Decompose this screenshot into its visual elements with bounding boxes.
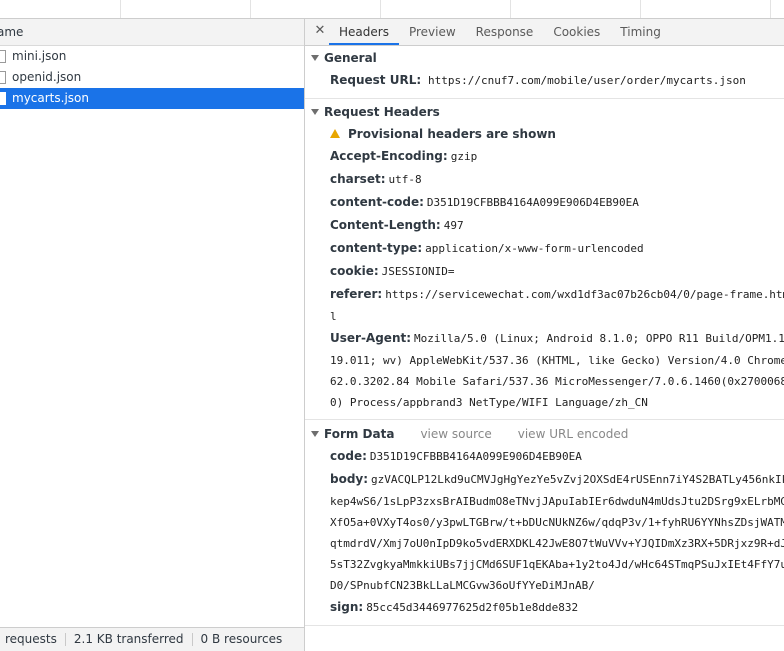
- header-row: Accept-Encoding: gzip: [305, 145, 784, 168]
- header-value: https://servicewechat.com/wxd1df3ac07b26…: [385, 288, 784, 301]
- request-headers-section: Request Headers Provisional headers are …: [305, 99, 784, 420]
- provisional-headers-warning: Provisional headers are shown: [305, 123, 784, 145]
- section-title: General: [324, 51, 377, 65]
- tab-response[interactable]: Response: [466, 19, 544, 45]
- view-url-encoded-link[interactable]: view URL encoded: [518, 427, 629, 441]
- general-section-toggle[interactable]: General: [305, 47, 784, 69]
- form-value-continued: D0/SPnubfCN23BkLLaLMCGvw36oUfYYeDiMJnAB/: [330, 579, 595, 592]
- header-key: cookie:: [330, 264, 379, 278]
- tab-cookies[interactable]: Cookies: [543, 19, 610, 45]
- chevron-down-icon: [311, 431, 319, 437]
- resources-size: 0 B resources: [200, 632, 283, 646]
- header-row: cookie: JSESSIONID=: [305, 260, 784, 283]
- transferred-size: 2.1 KB transferred: [66, 633, 193, 646]
- header-value: D351D19CFBBB4164A099E906D4EB90EA: [426, 196, 639, 209]
- request-headers-section-toggle[interactable]: Request Headers: [305, 101, 784, 123]
- chevron-down-icon: [311, 109, 319, 115]
- request-name: openid.json: [12, 70, 82, 84]
- name-column-header[interactable]: Name: [0, 19, 304, 46]
- form-value-continued: kep4wS6/1sLpP3zxsBrAIBudmO8eTNvjJApuIabI…: [330, 495, 784, 508]
- detail-tabbar: ✕ Headers Preview Response Cookies Timing: [305, 19, 784, 46]
- header-row: referer: https://servicewechat.com/wxd1df…: [305, 283, 784, 306]
- form-value-continued: qtmdrdV/Xmj7oU0nIpD9ko5vdERXDKL42JwE8O7t…: [330, 537, 784, 550]
- header-key: Accept-Encoding:: [330, 149, 448, 163]
- form-field-row: body: gzVACQLP12Lkd9uCMVJgHgYezYe5vZvj2OX…: [305, 468, 784, 491]
- header-key: charset:: [330, 172, 386, 186]
- header-value: utf-8: [388, 173, 422, 186]
- section-title: Form Data: [324, 427, 395, 441]
- request-detail-panel: ✕ Headers Preview Response Cookies Timing Ge…: [305, 19, 784, 651]
- header-value: Mozilla/5.0 (Linux; Android 8.1.0; OPPO …: [414, 332, 784, 345]
- section-title: Request Headers: [324, 105, 440, 119]
- header-key: User-Agent:: [330, 331, 412, 345]
- request-list-panel: Name mini.json openid.json mycarts.json …: [0, 19, 305, 651]
- name-column-label: Name: [0, 25, 24, 39]
- header-row: content-type: application/x-www-form-urle…: [305, 237, 784, 260]
- devtools-network-panel: Name mini.json openid.json mycarts.json …: [0, 0, 784, 651]
- warning-icon: [330, 129, 340, 138]
- form-field-row: code: D351D19CFBBB4164A099E906D4EB90EA: [305, 445, 784, 468]
- header-value-continued: 19.011; wv) AppleWebKit/537.36 (KHTML, l…: [330, 354, 784, 367]
- close-icon[interactable]: ✕: [313, 24, 327, 38]
- form-value-continued: XfO5a+0VXyT4os0/y3pwLTGBrw/t+bDUcNUkNZ6w…: [330, 516, 784, 529]
- form-data-section-toggle[interactable]: Form Data view source view URL encoded: [305, 423, 784, 445]
- header-key: content-code:: [330, 195, 424, 209]
- general-section: General Request URL: https://cnuf7.com/m…: [305, 47, 784, 99]
- tab-preview[interactable]: Preview: [399, 19, 466, 45]
- request-name: mycarts.json: [12, 91, 89, 105]
- form-value: 85cc45d3446977625d2f05b1e8dde832: [366, 601, 579, 614]
- request-name: mini.json: [12, 49, 67, 63]
- header-key: Request URL:: [330, 73, 422, 87]
- network-overview-strip[interactable]: [0, 0, 784, 19]
- file-icon: [0, 92, 6, 105]
- form-key: sign:: [330, 600, 364, 614]
- overview-divider: [120, 0, 121, 18]
- form-key: code:: [330, 449, 367, 463]
- request-row-mycarts[interactable]: mycarts.json: [0, 88, 304, 109]
- file-icon: [0, 71, 6, 84]
- request-url-row: Request URL: https://cnuf7.com/mobile/us…: [305, 69, 784, 92]
- network-status-bar: requests 2.1 KB transferred 0 B resources: [0, 627, 304, 651]
- header-key: content-type:: [330, 241, 423, 255]
- header-row: content-code: D351D19CFBBB4164A099E906D4E…: [305, 191, 784, 214]
- file-icon: [0, 50, 6, 63]
- header-row: User-Agent: Mozilla/5.0 (Linux; Android 8…: [305, 327, 784, 350]
- header-row: Content-Length: 497: [305, 214, 784, 237]
- header-value-continued: 62.0.3202.84 Mobile Safari/537.36 MicroM…: [330, 375, 784, 388]
- warning-text: Provisional headers are shown: [348, 127, 556, 141]
- header-value: https://cnuf7.com/mobile/user/order/myca…: [427, 74, 746, 87]
- overview-divider: [380, 0, 381, 18]
- headers-content: General Request URL: https://cnuf7.com/m…: [305, 47, 784, 626]
- request-row-openid[interactable]: openid.json: [0, 67, 304, 88]
- header-row: charset: utf-8: [305, 168, 784, 191]
- tab-timing[interactable]: Timing: [610, 19, 671, 45]
- header-value-continued: l: [330, 310, 337, 323]
- form-key: body:: [330, 472, 369, 486]
- form-value: gzVACQLP12Lkd9uCMVJgHgYezYe5vZvj2OXSdE4r…: [371, 473, 784, 486]
- form-field-row: sign: 85cc45d3446977625d2f05b1e8dde832: [305, 596, 784, 619]
- header-value: 497: [443, 219, 464, 232]
- detail-tabs: Headers Preview Response Cookies Timing: [329, 19, 671, 45]
- view-source-link[interactable]: view source: [420, 427, 491, 441]
- overview-divider: [250, 0, 251, 18]
- requests-count: requests: [0, 633, 66, 646]
- overview-divider: [640, 0, 641, 18]
- form-value: D351D19CFBBB4164A099E906D4EB90EA: [369, 450, 582, 463]
- form-value-continued: 5sT32ZvgkyaMmkkiUBs7jjCMd6SUF1qEKAba+1y2…: [330, 558, 784, 571]
- request-row-mini[interactable]: mini.json: [0, 46, 304, 67]
- header-value-continued: 0) Process/appbrand3 NetType/WIFI Langua…: [330, 396, 648, 409]
- overview-divider: [510, 0, 511, 18]
- chevron-down-icon: [311, 55, 319, 61]
- header-value: gzip: [450, 150, 478, 163]
- form-data-section: Form Data view source view URL encoded cod…: [305, 420, 784, 626]
- tab-headers[interactable]: Headers: [329, 19, 399, 45]
- header-value: JSESSIONID=: [381, 265, 455, 278]
- overview-divider: [770, 0, 771, 18]
- header-key: Content-Length:: [330, 218, 441, 232]
- header-key: referer:: [330, 287, 383, 301]
- header-value: application/x-www-form-urlencoded: [425, 242, 644, 255]
